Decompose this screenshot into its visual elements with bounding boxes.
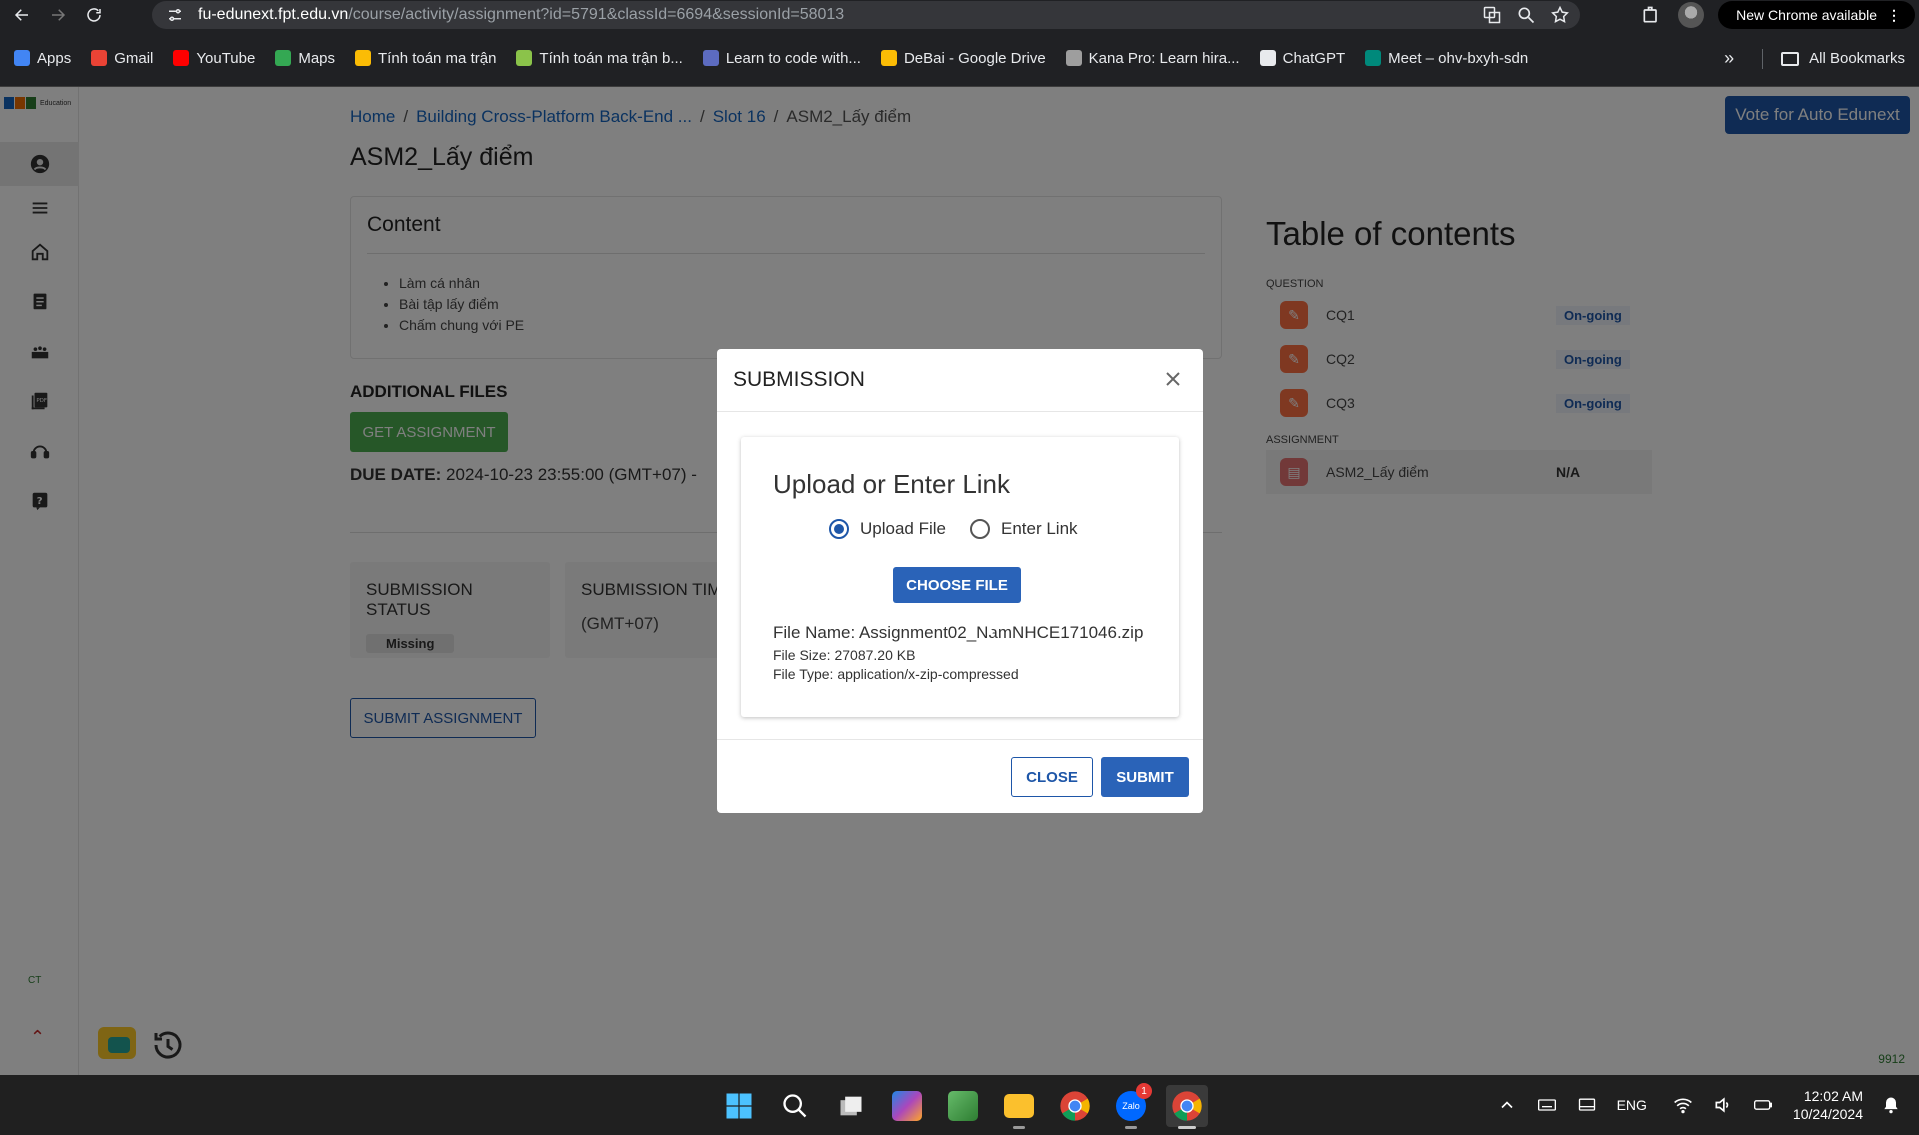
upload-mode-radio-group: Upload File Enter Link xyxy=(829,519,1102,539)
system-tray: ENG 12:02 AM 10/24/2024 xyxy=(1497,1075,1901,1135)
bookmark-favicon-icon xyxy=(91,50,108,66)
upload-file-label: Upload File xyxy=(860,519,946,538)
bookmark-item[interactable]: Tính toán ma trận b... xyxy=(516,49,683,67)
bookmark-label: Learn to code with... xyxy=(725,49,861,67)
bookmark-favicon-icon xyxy=(516,50,533,66)
upload-heading: Upload or Enter Link xyxy=(773,469,1011,499)
bookmark-label: Tính toán ma trận xyxy=(378,49,497,67)
submission-modal: SUBMISSION Upload or Enter Link Upload F… xyxy=(717,349,1203,813)
bookmark-item[interactable]: ChatGPT xyxy=(1259,49,1346,67)
photos-editor-icon[interactable] xyxy=(942,1085,984,1127)
bookmark-label: Tính toán ma trận b... xyxy=(539,49,683,67)
zoom-icon[interactable] xyxy=(1516,5,1536,25)
file-type: File Type: application/x-zip-compressed xyxy=(773,666,1019,682)
tray-overflow-icon[interactable] xyxy=(1497,1095,1517,1115)
file-explorer-icon[interactable] xyxy=(998,1085,1040,1129)
bookmark-item[interactable]: Learn to code with... xyxy=(702,49,861,67)
bookmarks-bar: Apps Gmail YouTube Maps Tính toán ma trận Tín… xyxy=(0,30,1919,87)
wifi-icon[interactable] xyxy=(1673,1095,1693,1115)
reload-icon[interactable] xyxy=(80,1,108,29)
clock[interactable]: 12:02 AM 10/24/2024 xyxy=(1793,1087,1863,1123)
enter-link-label: Enter Link xyxy=(1001,519,1078,538)
url-domain: fu-edunext.fpt.edu.vn xyxy=(198,6,349,23)
bookmark-item[interactable]: DeBai - Google Drive xyxy=(880,49,1046,67)
clock-date: 10/24/2024 xyxy=(1792,1106,1863,1122)
radio-upload-file[interactable] xyxy=(829,519,849,539)
bookmark-item[interactable]: Meet – ohv-bxyh-sdn xyxy=(1365,50,1528,67)
bookmarks-separator xyxy=(1762,48,1764,69)
bookmark-favicon-icon xyxy=(275,50,292,66)
bookmark-label: Apps xyxy=(37,49,72,67)
zalo-icon[interactable]: Zalo 1 xyxy=(1110,1083,1152,1129)
folder-icon xyxy=(1781,51,1800,66)
close-icon[interactable] xyxy=(1161,367,1185,391)
bookmark-item[interactable]: Tính toán ma trận xyxy=(355,50,496,67)
language-indicator[interactable]: ENG xyxy=(1617,1097,1647,1113)
close-button[interactable]: CLOSE xyxy=(1011,757,1093,797)
new-chrome-label: New Chrome available xyxy=(1736,7,1877,23)
volume-icon[interactable] xyxy=(1713,1095,1733,1115)
bookmark-item[interactable]: Kana Pro: Learn hira... xyxy=(1065,49,1240,67)
notification-bell-icon[interactable] xyxy=(1881,1095,1901,1115)
zalo-notification-badge: 1 xyxy=(1136,1083,1152,1099)
bookmark-label: Gmail xyxy=(114,49,154,67)
bookmark-favicon-icon xyxy=(1365,50,1382,66)
choose-file-button[interactable]: CHOOSE FILE xyxy=(893,567,1021,603)
bookmark-label: Meet – ohv-bxyh-sdn xyxy=(1388,49,1529,67)
file-info: File Name: Assignment02_NamNHCE171046.zi… xyxy=(773,623,1143,682)
battery-icon[interactable] xyxy=(1753,1095,1773,1115)
modal-footer: CLOSE SUBMIT xyxy=(717,739,1203,813)
file-size: File Size: 27087.20 KB xyxy=(773,647,916,663)
bookmark-item[interactable]: Apps xyxy=(14,50,71,67)
modal-title: SUBMISSION xyxy=(733,368,865,391)
search-icon[interactable] xyxy=(774,1085,816,1127)
loading-spinner-icon xyxy=(969,605,1029,665)
task-view-icon[interactable] xyxy=(830,1085,872,1127)
bookmark-favicon-icon xyxy=(14,50,30,66)
chrome-menu-icon[interactable]: ⋮ xyxy=(1887,7,1901,24)
browser-toolbar: fu-edunext.fpt.edu.vn/course/activity/as… xyxy=(0,0,1919,30)
bookmark-star-icon[interactable] xyxy=(1550,5,1570,25)
enter-link-option[interactable]: Enter Link xyxy=(970,519,1078,539)
bookmark-label: ChatGPT xyxy=(1282,49,1346,67)
start-icon[interactable] xyxy=(718,1085,760,1127)
site-settings-icon[interactable] xyxy=(166,6,184,24)
translate-icon[interactable] xyxy=(1482,5,1502,25)
windows-taskbar: Zalo 1 ENG 12:02 AM 10/24/2024 xyxy=(0,1075,1919,1135)
bookmark-favicon-icon xyxy=(173,50,190,66)
bookmark-item[interactable]: Gmail xyxy=(91,50,153,67)
url-path: /course/activity/assignment?id=5791&clas… xyxy=(348,6,845,23)
back-icon[interactable] xyxy=(8,1,36,29)
address-bar[interactable]: fu-edunext.fpt.edu.vn/course/activity/as… xyxy=(152,1,1580,29)
upload-panel: Upload or Enter Link Upload File Enter L… xyxy=(741,437,1179,717)
display-icon[interactable] xyxy=(1577,1095,1597,1115)
bookmark-favicon-icon xyxy=(880,50,897,66)
radio-enter-link[interactable] xyxy=(970,519,990,539)
bookmark-label: DeBai - Google Drive xyxy=(903,49,1046,67)
profile-avatar[interactable] xyxy=(1678,2,1705,28)
upload-file-option[interactable]: Upload File xyxy=(829,519,946,539)
bookmark-item[interactable]: YouTube xyxy=(173,50,255,67)
modal-header: SUBMISSION xyxy=(717,349,1203,412)
extensions-icon[interactable] xyxy=(1638,2,1664,28)
all-bookmarks-link[interactable]: All Bookmarks xyxy=(1809,50,1905,67)
copilot-icon[interactable] xyxy=(886,1085,928,1127)
chrome-active-icon[interactable] xyxy=(1166,1085,1208,1129)
more-bookmarks-icon[interactable]: » xyxy=(1724,48,1734,69)
bookmark-favicon-icon xyxy=(355,50,372,66)
bookmark-favicon-icon xyxy=(1259,50,1276,66)
clock-time: 12:02 AM xyxy=(1803,1088,1863,1104)
new-chrome-available-button[interactable]: New Chrome available ⋮ xyxy=(1718,1,1915,29)
bookmark-favicon-icon xyxy=(702,50,719,66)
bookmark-item[interactable]: Maps xyxy=(275,50,335,67)
bookmark-label: Kana Pro: Learn hira... xyxy=(1088,49,1240,67)
chrome-icon[interactable] xyxy=(1054,1085,1096,1127)
bookmark-label: Maps xyxy=(298,49,336,67)
forward-icon[interactable] xyxy=(44,1,72,29)
file-name: File Name: Assignment02_NamNHCE171046.zi… xyxy=(773,623,1144,642)
keyboard-icon[interactable] xyxy=(1537,1095,1557,1115)
submit-button[interactable]: SUBMIT xyxy=(1101,757,1189,797)
bookmark-label: YouTube xyxy=(196,49,256,67)
bookmark-favicon-icon xyxy=(1065,50,1082,66)
